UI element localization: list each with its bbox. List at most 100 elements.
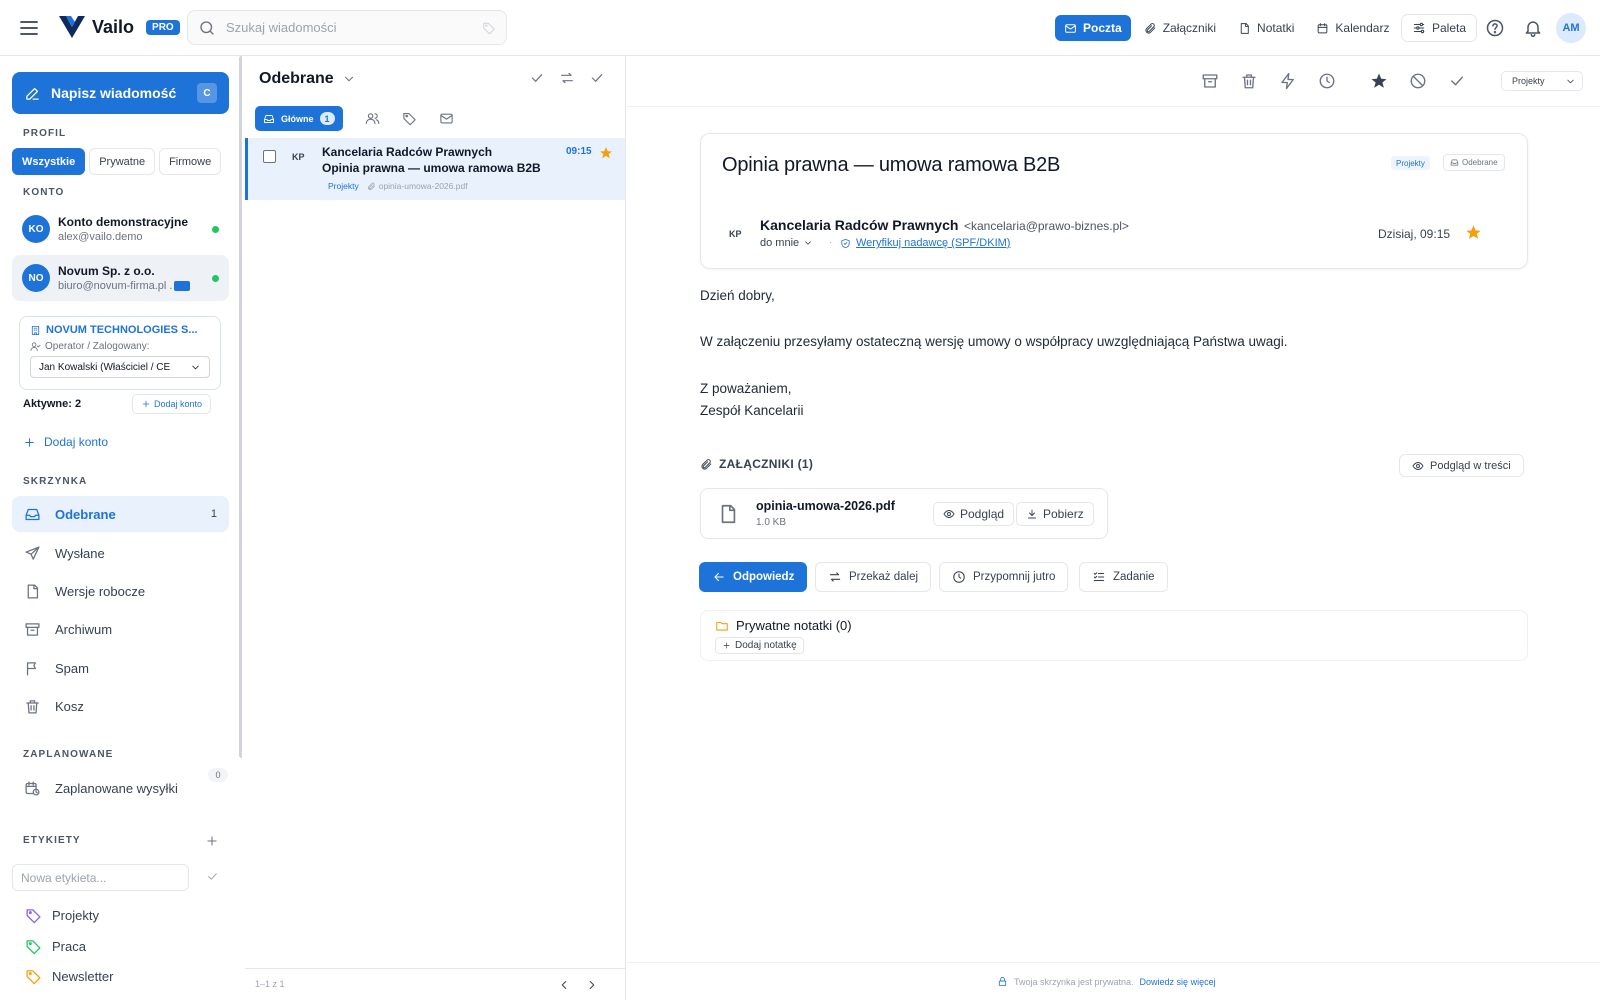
lightning-icon[interactable]: [1279, 72, 1297, 90]
add-account-small-button[interactable]: Dodaj konto: [132, 394, 212, 414]
check-icon[interactable]: [206, 870, 219, 883]
label-item-praca[interactable]: Praca: [25, 938, 86, 955]
nav-tab-mail[interactable]: Poczta: [1055, 15, 1131, 41]
folder-count: 1: [210, 508, 217, 520]
reader-toolbar: Projekty: [627, 56, 1600, 107]
menu-icon[interactable]: [18, 18, 40, 38]
top-bar: Vailo PRO Poczta Załączniki Notatki Kale…: [0, 0, 1600, 56]
star-icon[interactable]: [599, 146, 613, 160]
remind-tomorrow-button[interactable]: Przypomnij jutro: [939, 562, 1069, 592]
folder-chip[interactable]: Odebrane: [1443, 154, 1505, 171]
chevron-right-icon[interactable]: [585, 978, 599, 992]
organization-box: NOVUM TECHNOLOGIES S... Operator / Zalog…: [19, 316, 221, 390]
forward-button[interactable]: Przekaż dalej: [815, 562, 932, 592]
bell-icon[interactable]: [1523, 18, 1543, 38]
folder-scheduled[interactable]: Zaplanowane wysyłki: [12, 770, 229, 806]
add-label-icon[interactable]: [205, 834, 219, 848]
clock-icon[interactable]: [1318, 72, 1336, 90]
mark-read-icon[interactable]: [589, 70, 605, 86]
mail-icon[interactable]: [439, 111, 454, 126]
chevron-left-icon[interactable]: [557, 978, 571, 992]
compose-button[interactable]: Napisz wiadomość C: [12, 72, 229, 114]
operator-select[interactable]: Jan Kowalski (Właściciel / CE: [30, 356, 210, 378]
select-all-icon[interactable]: [529, 70, 545, 86]
nav-tab-attachments[interactable]: Załączniki: [1135, 15, 1225, 41]
sender-name[interactable]: Kancelaria Radców Prawnych: [760, 217, 958, 233]
profile-tab-business[interactable]: Firmowe: [159, 148, 222, 175]
block-icon[interactable]: [1409, 72, 1427, 90]
folder-trash[interactable]: Kosz: [12, 688, 229, 724]
attachment-preview-button[interactable]: Podgląd: [933, 502, 1015, 526]
profile-tab-private[interactable]: Prywatne: [89, 148, 156, 175]
user-avatar[interactable]: AM: [1556, 13, 1586, 43]
sender-email: <kancelaria@prawo-biznes.pl>: [964, 219, 1129, 233]
organization-name: NOVUM TECHNOLOGIES S...: [46, 324, 198, 336]
account-item-novum[interactable]: NO Novum Sp. z o.o. biuro@novum-firma.pl…: [12, 255, 229, 301]
nav-tab-notes[interactable]: Notatki: [1229, 15, 1303, 41]
label-item-newsletter[interactable]: Newsletter: [25, 968, 113, 985]
tag-icon[interactable]: [402, 111, 417, 126]
task-button[interactable]: Zadanie: [1079, 562, 1168, 592]
chevron-down-icon: [805, 241, 812, 245]
archive-icon[interactable]: [1201, 72, 1219, 90]
paperclip-icon: [367, 182, 375, 190]
sidebar-scrollbar[interactable]: [239, 56, 242, 758]
private-notes-card: Prywatne notatki (0) Dodaj notatkę: [700, 610, 1528, 661]
list-footer: 1–1 z 1: [245, 968, 625, 1000]
profile-tab-all[interactable]: Wszystkie: [12, 148, 86, 175]
download-icon: [1028, 509, 1036, 519]
recipients-toggle[interactable]: do mnie: [760, 237, 813, 249]
separator-dot: ·: [829, 237, 833, 248]
people-icon[interactable]: [365, 111, 380, 126]
message-body-line: Zespół Kancelarii: [700, 403, 804, 418]
label-item-projekty[interactable]: Projekty: [25, 907, 99, 924]
inline-preview-button[interactable]: Podgląd w treści: [1399, 454, 1524, 477]
tag-icon[interactable]: [482, 21, 496, 35]
star-icon[interactable]: [1465, 224, 1482, 241]
app-logo[interactable]: Vailo PRO: [58, 14, 180, 40]
folder-label: Wersje robocze: [55, 583, 146, 599]
folder-inbox[interactable]: Odebrane 1: [12, 496, 229, 532]
label-name: Praca: [52, 939, 86, 954]
private-notes-label: Prywatne notatki (0): [736, 618, 852, 633]
folder-sent[interactable]: Wysłane: [12, 535, 229, 571]
attachment-download-button[interactable]: Pobierz: [1016, 502, 1094, 526]
attachment-name[interactable]: opinia-umowa-2026.pdf: [756, 499, 895, 513]
swap-icon[interactable]: [559, 70, 575, 86]
label-name: Projekty: [52, 908, 99, 923]
tab-main[interactable]: Główne 1: [255, 106, 343, 131]
verify-sender-link[interactable]: Weryfikuj nadawcę (SPF/DKIM): [840, 237, 1010, 249]
add-account-small-label: Dodaj konto: [154, 399, 203, 409]
folder-title-dropdown[interactable]: Odebrane: [259, 70, 356, 88]
note-icon: [1240, 22, 1249, 34]
shield-icon: [841, 238, 850, 248]
operator-value: Jan Kowalski (Właściciel / CE: [39, 361, 171, 373]
reply-button[interactable]: Odpowiedz: [699, 562, 808, 592]
message-checkbox[interactable]: [263, 150, 276, 163]
plus-icon: [723, 642, 730, 649]
add-account-link[interactable]: Dodaj konto: [23, 435, 108, 449]
trash-icon: [26, 699, 39, 714]
folder-archive[interactable]: Archiwum: [12, 611, 229, 647]
privacy-learn-more-link[interactable]: Dowiedz się więcej: [1140, 977, 1216, 987]
account-name: Konto demonstracyjne: [58, 215, 189, 229]
account-item-demo[interactable]: KO Konto demonstracyjne alex@vailo.demo: [12, 206, 229, 252]
main-nav: Poczta Załączniki Notatki Kalendarz: [1055, 15, 1398, 41]
message-tag: Projekty: [328, 181, 359, 191]
move-to-folder-select[interactable]: Projekty: [1501, 71, 1583, 91]
folder-drafts[interactable]: Wersje robocze: [12, 573, 229, 609]
check-icon[interactable]: [1448, 72, 1466, 90]
attachments-title-label: ZAŁĄCZNIKI (1): [719, 457, 814, 471]
message-row[interactable]: KP Kancelaria Radców Prawnych Opinia pra…: [245, 138, 625, 200]
help-icon[interactable]: [1485, 18, 1505, 38]
star-icon[interactable]: [1370, 72, 1388, 90]
palette-button[interactable]: Paleta: [1401, 14, 1478, 42]
tag-chip[interactable]: Projekty: [1391, 156, 1430, 170]
reading-pane: Projekty Opinia prawna — umowa ramowa B2…: [627, 56, 1600, 1000]
new-label-input[interactable]: [12, 864, 189, 891]
add-note-button[interactable]: Dodaj notatkę: [715, 637, 804, 654]
folder-spam[interactable]: Spam: [12, 650, 229, 686]
search-input[interactable]: [226, 20, 472, 35]
trash-icon[interactable]: [1240, 72, 1258, 90]
nav-tab-calendar[interactable]: Kalendarz: [1307, 15, 1398, 41]
